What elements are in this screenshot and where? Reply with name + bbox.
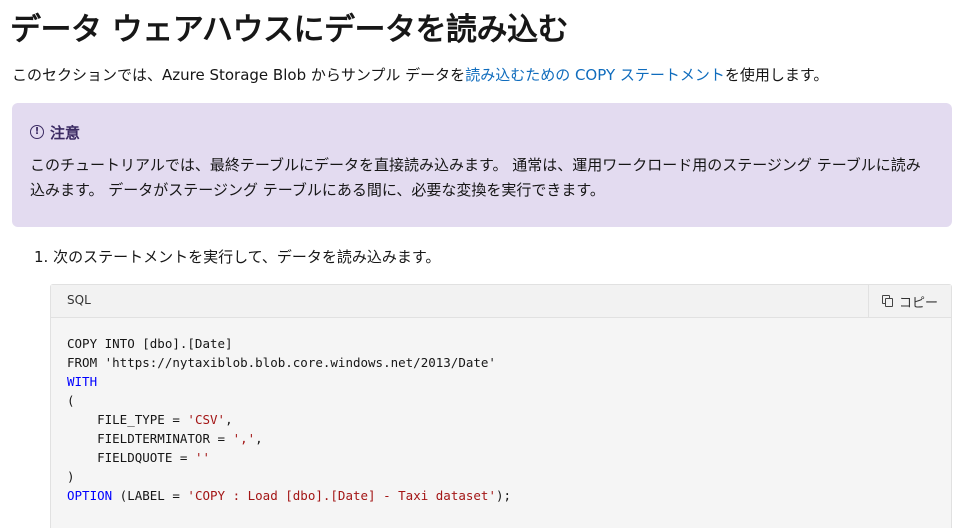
copy-icon <box>881 294 894 308</box>
info-circle-icon: ! <box>30 125 44 139</box>
note-title: 注意 <box>50 123 81 142</box>
code-token: , <box>255 431 263 446</box>
code-line: OPTION (LABEL = 'COPY : Load [dbo].[Date… <box>67 488 511 503</box>
code-token: FILE_TYPE = <box>67 412 188 427</box>
page-title: データ ウェアハウスにデータを読み込む <box>10 12 569 48</box>
copy-statement-link[interactable]: 読み込むための COPY ステートメント <box>465 66 725 84</box>
code-line: COPY INTO [dbo].[Date] <box>67 336 233 351</box>
step-number: 1. <box>34 248 49 266</box>
code-line: FILE_TYPE = 'CSV', <box>67 412 233 427</box>
code-block: SQL コピー COPY INTO [dbo].[Date] FROM 'htt… <box>50 284 952 528</box>
code-string: 'CSV' <box>187 412 226 427</box>
code-line: FIELDTERMINATOR = ',', <box>67 431 263 446</box>
code-token: FROM 'https://nytaxiblob.blob.core.windo… <box>67 355 496 370</box>
code-header: SQL コピー <box>51 285 951 318</box>
note-title-row: ! 注意 <box>30 121 934 143</box>
code-language-label: SQL <box>67 293 91 307</box>
intro-paragraph: このセクションでは、Azure Storage Blob からサンプル データを… <box>12 64 828 86</box>
code-string: 'COPY : Load [dbo].[Date] - Taxi dataset… <box>187 488 496 503</box>
step-text: 次のステートメントを実行して、データを読み込みます。 <box>53 248 441 266</box>
code-token: (LABEL = <box>112 488 188 503</box>
code-keyword: WITH <box>67 374 98 389</box>
code-token: FIELDTERMINATOR = <box>67 431 233 446</box>
code-line: FIELDQUOTE = '' <box>67 450 210 465</box>
intro-text-after: を使用します。 <box>724 66 829 84</box>
code-content: COPY INTO [dbo].[Date] FROM 'https://nyt… <box>51 318 951 505</box>
code-line: ) <box>67 469 75 484</box>
code-token: ); <box>495 488 512 503</box>
step-item: 1. 次のステートメントを実行して、データを読み込みます。 <box>34 246 440 268</box>
code-token: FIELDQUOTE = <box>67 450 195 465</box>
note-body: このチュートリアルでは、最終テーブルにデータを直接読み込みます。 通常は、運用ワ… <box>30 156 921 199</box>
copy-button[interactable]: コピー <box>868 285 951 317</box>
page: データ ウェアハウスにデータを読み込む このセクションでは、Azure Stor… <box>0 0 962 528</box>
note-callout: ! 注意 このチュートリアルでは、最終テーブルにデータを直接読み込みます。 通常… <box>12 103 952 227</box>
code-line: WITH <box>67 374 97 389</box>
code-string: ',' <box>232 431 256 446</box>
code-token: , <box>225 412 233 427</box>
code-line: ( <box>67 393 75 408</box>
intro-text-before: このセクションでは、Azure Storage Blob からサンプル データを <box>12 66 466 84</box>
code-keyword: OPTION <box>67 488 113 503</box>
code-string: '' <box>194 450 210 465</box>
code-line: FROM 'https://nytaxiblob.blob.core.windo… <box>67 355 496 370</box>
code-token: COPY INTO [dbo].[Date] <box>67 336 233 351</box>
copy-button-label: コピー <box>898 295 938 311</box>
code-token: ) <box>67 469 75 484</box>
code-token: ( <box>67 393 75 408</box>
